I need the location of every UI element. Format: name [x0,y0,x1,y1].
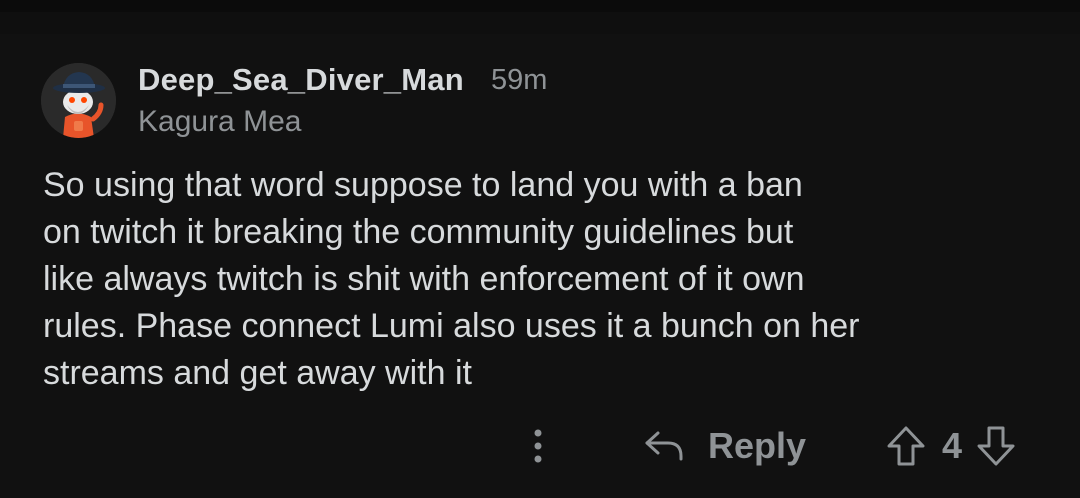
comment-body-line: rules. Phase connect Lumi also uses it a… [43,307,860,345]
comment-body-line: streams and get away with it [43,354,472,392]
comment-card: Deep_Sea_Diver_Man 59m Kagura Mea So usi… [0,34,1080,498]
downvote-arrow-icon[interactable] [976,425,1016,467]
top-divider-inner [0,12,1080,34]
upvote-arrow-icon[interactable] [886,425,926,467]
more-vertical-icon[interactable] [526,426,550,466]
reply-label: Reply [708,425,807,466]
comment-body-line: like always twitch is shit with enforcem… [43,260,805,298]
reply-arrow-icon [645,431,683,461]
comment-body: So using that word suppose to land you w… [43,162,1043,397]
reply-button[interactable]: Reply [644,422,806,470]
vote-count: 4 [942,425,963,466]
vote-controls: 4 [886,422,1016,470]
comment-timestamp: 59m [491,64,548,96]
comment-body-line: on twitch it breaking the community guid… [43,213,794,251]
snoo-avatar-icon[interactable] [41,63,116,138]
comment-body-line: So using that word suppose to land you w… [43,166,803,204]
top-divider-strip [0,0,1080,34]
user-flair: Kagura Mea [138,105,302,138]
avatar-illustration [41,63,116,138]
comment-author[interactable]: Deep_Sea_Diver_Man [138,62,464,98]
